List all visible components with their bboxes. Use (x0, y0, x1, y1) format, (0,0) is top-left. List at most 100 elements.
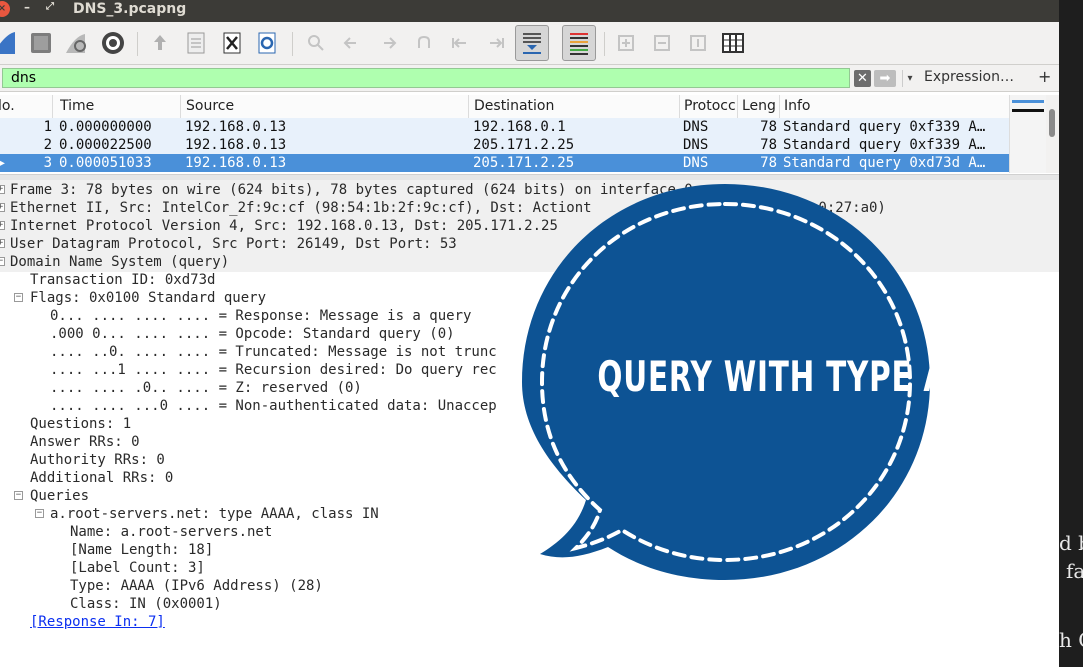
packet-row[interactable]: 2 0.000022500 192.168.0.13 205.171.2.25 … (0, 136, 1009, 154)
tree-item-dns[interactable]: Domain Name System (query) (10, 253, 229, 271)
tree-item-flag-opcode[interactable]: .000 0... .... .... = Opcode: Standard q… (50, 325, 455, 343)
resize-columns-icon[interactable] (717, 27, 749, 59)
forward-icon[interactable] (372, 27, 404, 59)
collapse-icon[interactable]: + (0, 239, 5, 248)
first-packet-icon[interactable] (444, 27, 476, 59)
tree-item-flag-truncated[interactable]: .... ..0. .... .... = Truncated: Message… (50, 343, 497, 361)
back-icon[interactable] (336, 27, 368, 59)
open-file-icon[interactable] (144, 27, 176, 59)
reload-icon[interactable] (252, 27, 284, 59)
packet-destination: 192.168.0.1 (473, 119, 566, 135)
clear-filter-icon[interactable]: ✕ (854, 70, 871, 87)
tree-item-flag-response[interactable]: 0... .... .... .... = Response: Message … (50, 307, 471, 325)
packet-source: 192.168.0.13 (185, 137, 287, 153)
tree-item-udp[interactable]: User Datagram Protocol, Src Port: 26149,… (10, 235, 457, 253)
tree-item-name[interactable]: Name: a.root-servers.net (70, 523, 272, 541)
add-filter-button[interactable]: + (1038, 67, 1051, 86)
packet-destination: 205.171.2.25 (473, 137, 575, 153)
packet-protocol: DNS (683, 119, 709, 135)
expand-icon[interactable]: − (35, 509, 44, 518)
background-text-fragment: h G (1059, 628, 1083, 652)
packet-info: Standard query 0xf339 A… (783, 119, 986, 135)
packet-time: 0.000051033 (59, 155, 152, 171)
tree-item-queries[interactable]: Queries (30, 487, 89, 505)
stop-icon[interactable] (25, 27, 57, 59)
tree-item-type[interactable]: Type: AAAA (IPv6 Address) (28) (70, 577, 323, 595)
column-header-destination[interactable]: Destination (474, 98, 554, 114)
collapse-icon[interactable]: + (0, 221, 5, 230)
tree-item-label-count[interactable]: [Label Count: 3] (70, 559, 205, 577)
zoom-out-icon[interactable] (646, 27, 678, 59)
expand-icon[interactable]: − (0, 257, 5, 266)
colorize-icon[interactable] (562, 25, 596, 61)
packet-source: 192.168.0.13 (185, 155, 287, 171)
zoom-search-icon[interactable] (300, 27, 332, 59)
bubble-caption: QUERY WITH TYPE AAAA (597, 352, 1018, 401)
column-header-protocol[interactable]: Protocc (684, 98, 736, 114)
column-header-length[interactable]: Leng (742, 98, 778, 114)
restart-icon[interactable] (60, 27, 92, 59)
packet-row-selected[interactable]: ▸ 3 0.000051033 192.168.0.13 205.171.2.2… (0, 154, 1009, 172)
last-packet-icon[interactable] (480, 27, 512, 59)
packet-list: lo. Time Source Destination Protocc Leng… (0, 95, 1046, 173)
tree-item-class[interactable]: Class: IN (0x0001) (70, 595, 222, 613)
scrollbar-thumb[interactable] (1049, 109, 1055, 137)
packet-list-header: lo. Time Source Destination Protocc Leng… (0, 95, 1045, 119)
tree-item-transaction-id[interactable]: Transaction ID: 0xd73d (30, 271, 215, 289)
packet-info: Standard query 0xd73d A… (783, 155, 986, 171)
apply-filter-icon[interactable]: ➡ (874, 70, 896, 87)
column-header-source[interactable]: Source (186, 98, 234, 114)
tree-item-flag-z[interactable]: .... .... .0.. .... = Z: reserved (0) (50, 379, 362, 397)
filter-history-dropdown-icon[interactable]: ▾ (902, 70, 917, 87)
packet-list-scrollbar[interactable] (1046, 95, 1059, 173)
tree-item-name-length[interactable]: [Name Length: 18] (70, 541, 213, 559)
tree-item-questions[interactable]: Questions: 1 (30, 415, 131, 433)
packet-time: 0.000000000 (59, 119, 152, 135)
maximize-window-button[interactable]: ⤢ (46, 1, 54, 12)
packet-destination: 205.171.2.25 (473, 155, 575, 171)
window-title: DNS_3.pcapng (73, 1, 187, 17)
column-header-time[interactable]: Time (60, 98, 94, 114)
go-to-packet-icon[interactable] (408, 27, 440, 59)
tree-item-answer-rrs[interactable]: Answer RRs: 0 (30, 433, 140, 451)
packet-no: 1 (43, 119, 52, 135)
packet-protocol: DNS (683, 155, 709, 171)
main-toolbar (0, 22, 1059, 65)
tree-item-additional-rrs[interactable]: Additional RRs: 0 (30, 469, 173, 487)
packet-length: 78 (760, 155, 777, 171)
minimize-window-button[interactable]: – (24, 0, 30, 14)
normal-size-icon[interactable] (682, 27, 714, 59)
tree-item-ethernet[interactable]: Ethernet II, Src: IntelCor_2f:9c:cf (98:… (10, 199, 592, 217)
close-window-button[interactable]: × (0, 1, 10, 17)
collapse-icon[interactable]: + (0, 203, 5, 212)
tree-item-flag-nonauth[interactable]: .... .... ...0 .... = Non-authenticated … (50, 397, 497, 415)
tree-item-ipv4[interactable]: Internet Protocol Version 4, Src: 192.16… (10, 217, 558, 235)
packet-minimap[interactable] (1009, 95, 1046, 173)
tree-item-flag-recursion[interactable]: .... ...1 .... .... = Recursion desired:… (50, 361, 497, 379)
tree-item-query[interactable]: a.root-servers.net: type AAAA, class IN (50, 505, 379, 523)
packet-length: 78 (760, 119, 777, 135)
file-icon[interactable] (180, 27, 212, 59)
tree-item-flags[interactable]: Flags: 0x0100 Standard query (30, 289, 266, 307)
expand-icon[interactable]: − (14, 491, 23, 500)
background-text-fragment: d b (1059, 531, 1083, 555)
packet-row[interactable]: 1 0.000000000 192.168.0.13 192.168.0.1 D… (0, 118, 1009, 136)
display-filter-input[interactable]: dns (2, 68, 850, 88)
close-file-icon[interactable] (216, 27, 248, 59)
column-header-info[interactable]: Info (784, 98, 811, 114)
expand-icon[interactable]: − (14, 293, 23, 302)
packet-info: Standard query 0xf339 A… (783, 137, 986, 153)
zoom-in-icon[interactable] (610, 27, 642, 59)
autoscroll-icon[interactable] (515, 25, 549, 61)
collapse-icon[interactable]: + (0, 185, 5, 194)
packet-length: 78 (760, 137, 777, 153)
background-text-fragment: fa (1066, 559, 1083, 583)
tree-item-authority-rrs[interactable]: Authority RRs: 0 (30, 451, 165, 469)
expression-button[interactable]: Expression… (924, 69, 1014, 85)
response-in-link[interactable]: [Response In: 7] (30, 613, 165, 631)
display-filter-bar: dns ✕ ➡ ▾ Expression… + (0, 65, 1059, 92)
options-gear-icon[interactable] (97, 27, 129, 59)
shark-fin-icon[interactable] (0, 27, 20, 59)
column-header-no[interactable]: lo. (0, 98, 15, 114)
packet-protocol: DNS (683, 137, 709, 153)
